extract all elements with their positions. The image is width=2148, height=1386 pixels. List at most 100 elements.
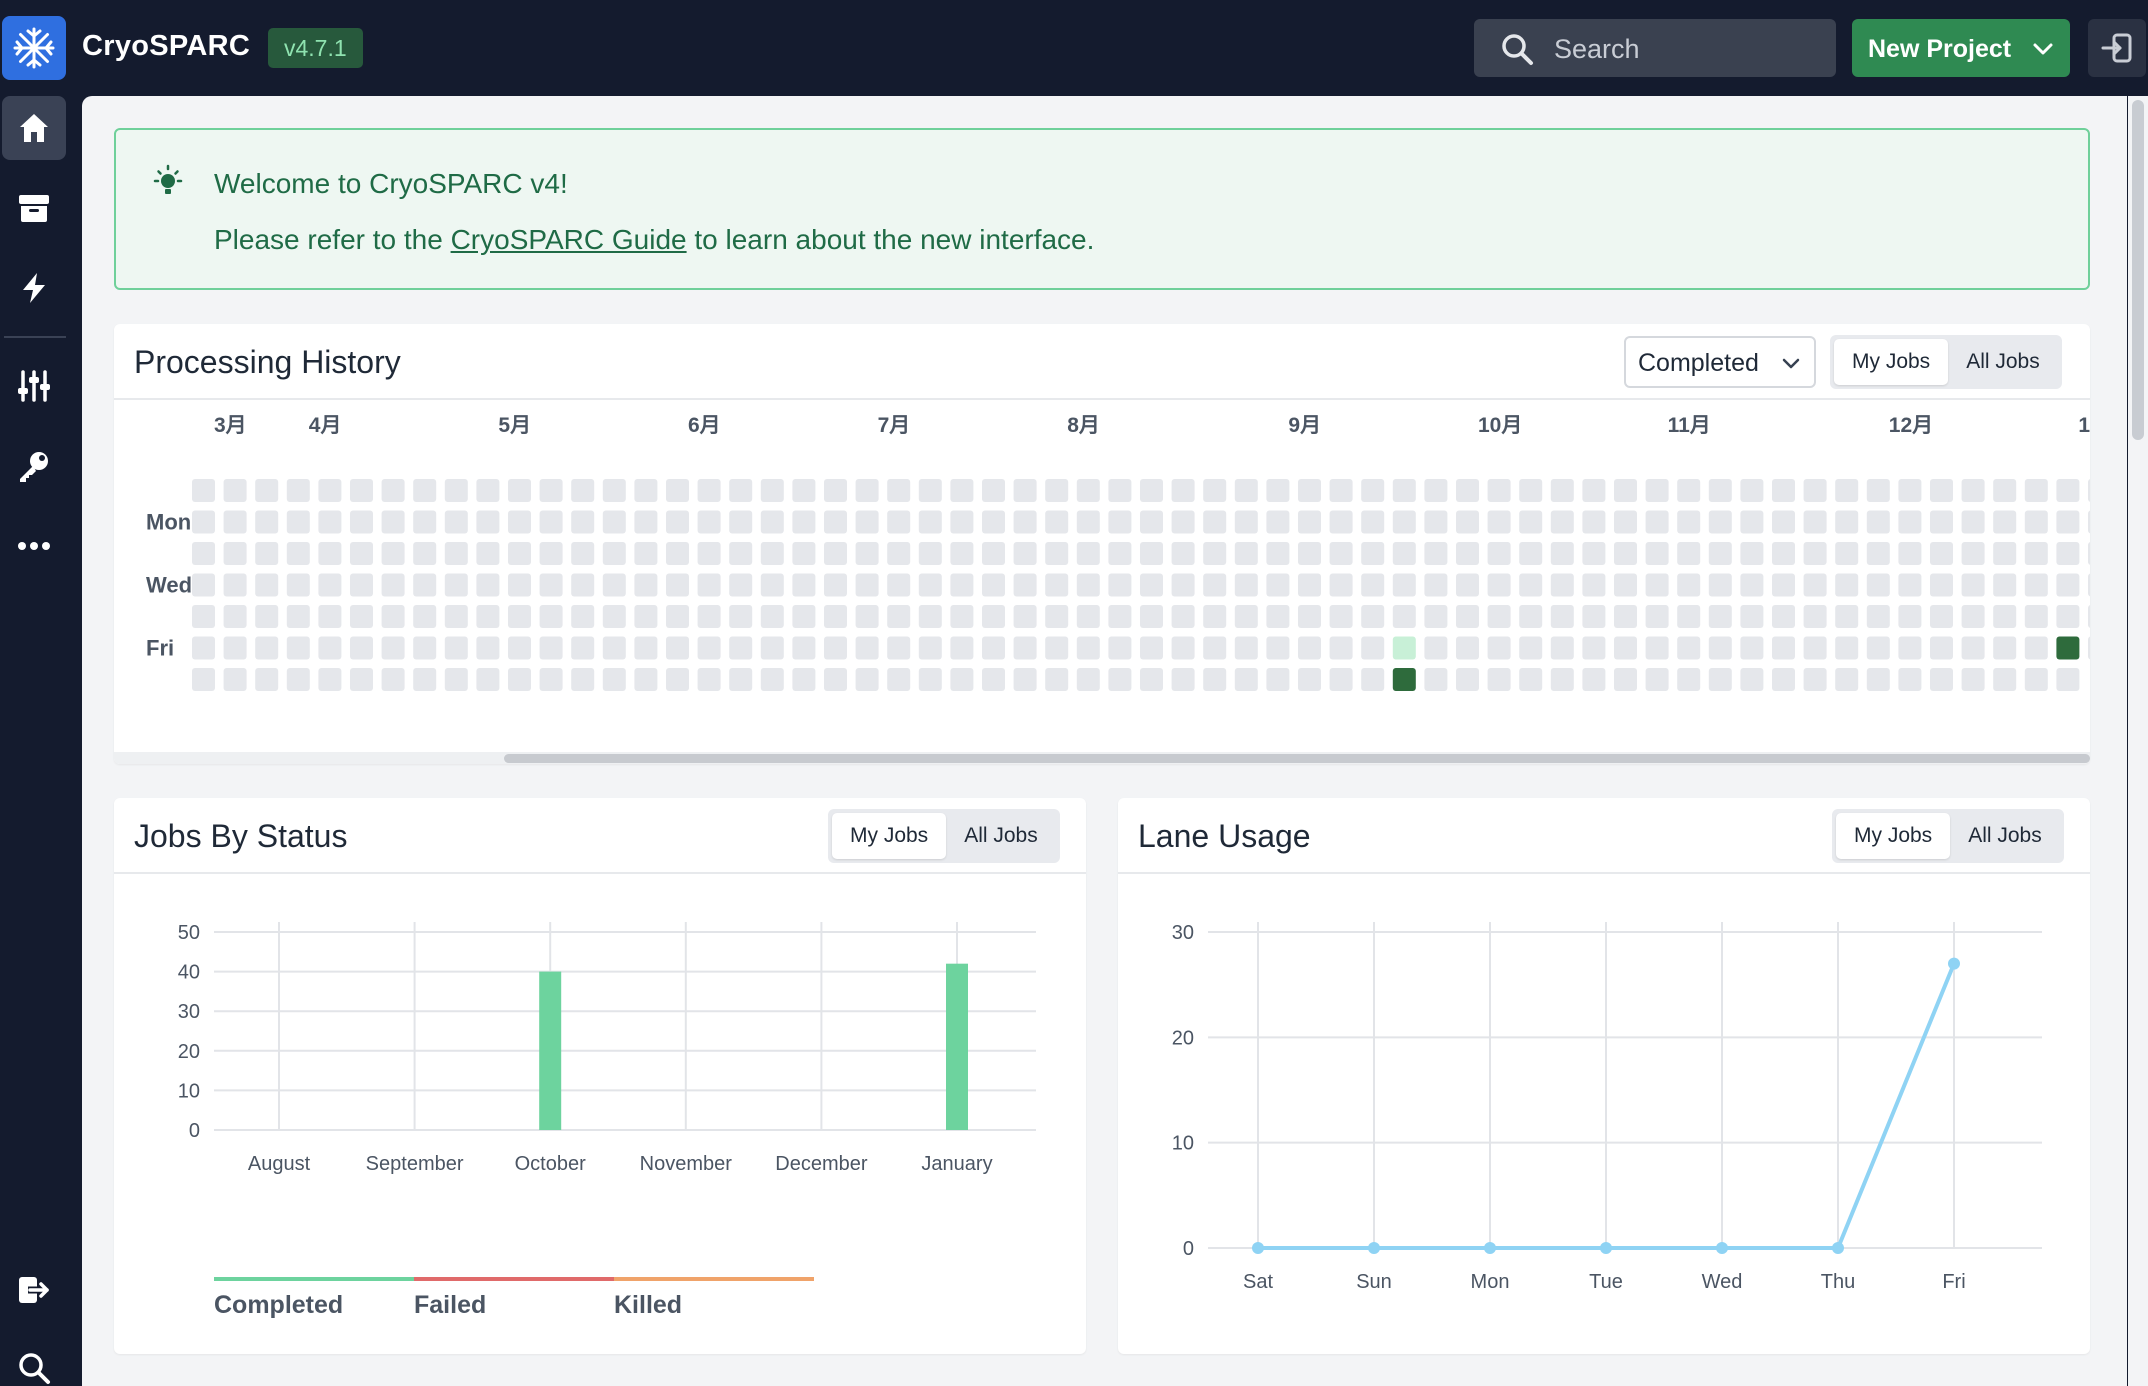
heatmap-cell[interactable] [413,668,437,691]
heatmap-cell[interactable] [192,636,215,660]
heatmap-cell[interactable] [982,668,1005,691]
heatmap-cell[interactable] [634,668,658,691]
heatmap-cell[interactable] [918,668,942,691]
heatmap-scrollbar-thumb[interactable] [504,754,2090,763]
heatmap-scrollbar[interactable] [114,752,2090,764]
heatmap-cell[interactable] [1835,542,1859,565]
heatmap-cell[interactable] [855,479,879,502]
heatmap-cell[interactable] [1076,668,1100,691]
heatmap-cell[interactable] [1614,605,1637,628]
heatmap-cell[interactable] [1866,573,1890,597]
heatmap-cell[interactable] [729,542,753,565]
search-input[interactable]: Search [1474,19,1836,77]
heatmap-cell[interactable] [792,573,816,597]
heatmap-cell[interactable] [887,479,911,502]
heatmap-cell[interactable] [1203,668,1227,691]
heatmap-cell[interactable] [1140,636,1163,660]
heatmap-cell[interactable] [318,573,342,597]
heatmap-cell[interactable] [1898,479,1922,502]
heatmap-cell[interactable] [1329,636,1353,660]
heatmap-cell[interactable] [1708,636,1732,660]
heatmap-cell[interactable] [1234,605,1258,628]
heatmap-cell[interactable] [1076,636,1100,660]
heatmap-cell[interactable] [571,479,595,502]
heatmap-cell[interactable] [1045,542,1069,565]
heatmap-cell[interactable] [1171,668,1195,691]
heatmap-cell[interactable] [192,479,215,502]
heatmap-cell[interactable] [286,479,310,502]
heatmap-cell[interactable] [1361,573,1385,597]
heatmap-cell[interactable] [1392,542,1416,565]
heatmap-cell[interactable] [1013,573,1037,597]
heatmap-cell[interactable] [1550,542,1574,565]
heatmap-cell[interactable] [508,636,531,660]
my-jobs-tab[interactable]: My Jobs [1836,813,1951,859]
heatmap-cell[interactable] [824,479,847,502]
heatmap-cell[interactable] [1866,542,1890,565]
heatmap-cell[interactable] [539,542,563,565]
heatmap-cell[interactable] [950,668,974,691]
heatmap-cell[interactable] [1392,479,1416,502]
heatmap-cell[interactable] [1487,636,1511,660]
heatmap-cell[interactable] [918,605,942,628]
heatmap-cell[interactable] [1076,510,1100,534]
heatmap-cell[interactable] [223,605,247,628]
heatmap-cell[interactable] [2088,636,2090,660]
data-point[interactable] [1832,1242,1844,1254]
heatmap-cell[interactable] [1930,479,1953,502]
heatmap-cell[interactable] [824,668,847,691]
heatmap-cell[interactable] [2056,573,2080,597]
heatmap-cell[interactable] [1740,510,1764,534]
heatmap-cell[interactable] [1582,510,1606,534]
heatmap-cell[interactable] [1171,510,1195,534]
heatmap-cell[interactable] [286,636,310,660]
heatmap-cell[interactable] [982,542,1005,565]
heatmap-cell[interactable] [223,636,247,660]
heatmap-cell[interactable] [1961,542,1985,565]
heatmap-cell[interactable] [1614,510,1637,534]
heatmap-cell[interactable] [1361,605,1385,628]
heatmap-cell[interactable] [444,573,468,597]
heatmap-cell[interactable] [1013,636,1037,660]
data-point[interactable] [1368,1242,1380,1254]
heatmap-cell[interactable] [1392,668,1416,691]
heatmap-cell[interactable] [571,668,595,691]
heatmap-cell[interactable] [571,605,595,628]
heatmap-cell[interactable] [1171,636,1195,660]
heatmap-cell[interactable] [1993,668,2017,691]
heatmap-cell[interactable] [982,573,1005,597]
heatmap-cell[interactable] [1203,542,1227,565]
heatmap-cell[interactable] [1993,636,2017,660]
heatmap-cell[interactable] [887,510,911,534]
heatmap-cell[interactable] [1424,510,1448,534]
heatmap-cell[interactable] [1329,479,1353,502]
heatmap-cell[interactable] [1361,510,1385,534]
heatmap-cell[interactable] [2088,573,2090,597]
heatmap-cell[interactable] [1266,542,1290,565]
heatmap-cell[interactable] [982,636,1005,660]
heatmap-cell[interactable] [1424,479,1448,502]
heatmap-cell[interactable] [1866,510,1890,534]
heatmap-cell[interactable] [1550,510,1574,534]
heatmap-cell[interactable] [539,668,563,691]
heatmap-cell[interactable] [286,510,310,534]
heatmap-cell[interactable] [476,636,500,660]
heatmap-cell[interactable] [1456,542,1479,565]
heatmap-cell[interactable] [1266,510,1290,534]
heatmap-cell[interactable] [824,510,847,534]
heatmap-cell[interactable] [381,668,405,691]
heatmap-cell[interactable] [444,636,468,660]
heatmap-cell[interactable] [1361,636,1385,660]
heatmap-cell[interactable] [950,573,974,597]
all-jobs-tab[interactable]: All Jobs [946,813,1056,859]
heatmap-cell[interactable] [1708,510,1732,534]
heatmap-cell[interactable] [1835,636,1859,660]
heatmap-cell[interactable] [602,542,626,565]
heatmap-cell[interactable] [1487,479,1511,502]
data-point[interactable] [1716,1242,1728,1254]
heatmap-cell[interactable] [1266,668,1290,691]
data-point[interactable] [1600,1242,1612,1254]
heatmap-cell[interactable] [950,605,974,628]
heatmap-cell[interactable] [1298,573,1321,597]
heatmap-cell[interactable] [729,573,753,597]
